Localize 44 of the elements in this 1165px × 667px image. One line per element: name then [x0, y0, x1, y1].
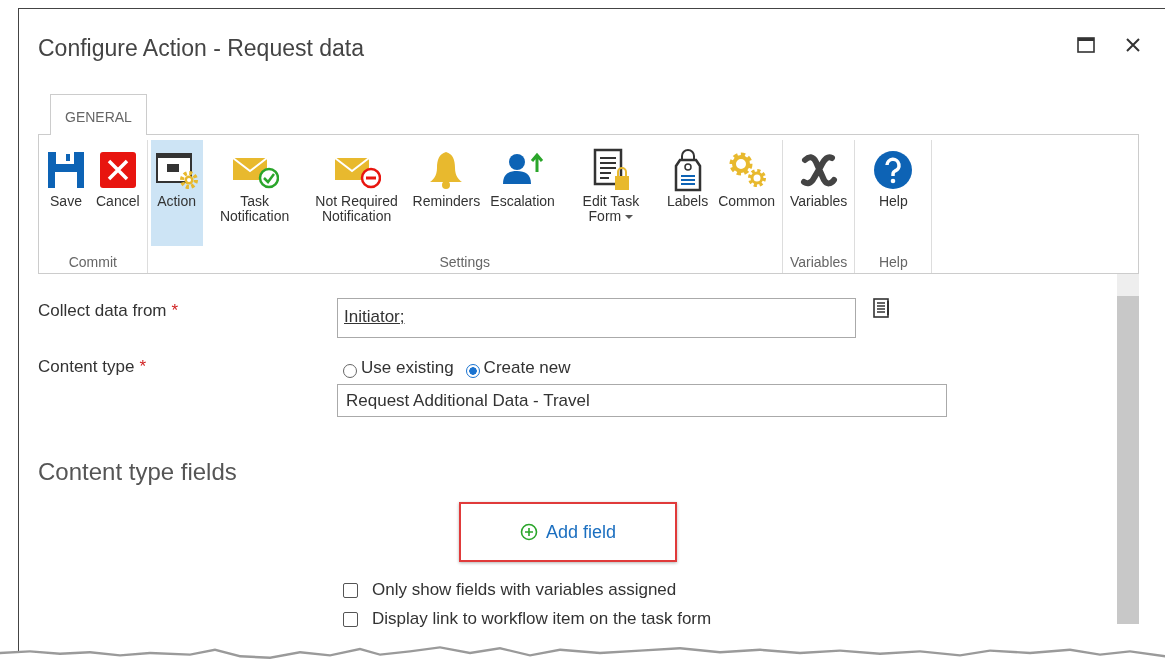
scrollbar[interactable]: [1117, 274, 1139, 624]
radio-label: Use existing: [361, 358, 454, 378]
window-title: Configure Action - Request data: [38, 35, 365, 62]
address-book-icon[interactable]: [872, 298, 890, 318]
plus-icon: [519, 523, 538, 541]
ribbon-tab[interactable]: GENERAL: [50, 94, 147, 135]
section-heading: Content type fields: [38, 458, 238, 486]
group-label: Commit: [67, 253, 118, 272]
group-label: Variables: [788, 253, 849, 272]
ribbon-button[interactable]: Common: [714, 140, 779, 246]
ribbon-button[interactable]: Help: [869, 140, 918, 246]
checkbox-label: Only show fields with variables assigned: [372, 580, 677, 600]
ribbon-button[interactable]: Edit Task Form: [560, 140, 661, 246]
required-mark: *: [139, 357, 147, 376]
radio-label: Create new: [483, 358, 571, 378]
ribbon-button[interactable]: Cancel: [92, 140, 144, 246]
help-icon: [873, 150, 914, 190]
checkbox[interactable]: [343, 582, 358, 598]
ribbon-button[interactable]: Variables: [785, 140, 852, 246]
group-label: Settings: [438, 253, 492, 272]
add-field-link[interactable]: Add field: [519, 521, 617, 543]
field-label: Collect data from: [38, 301, 167, 320]
close-icon[interactable]: [1125, 37, 1141, 53]
group-label: Help: [877, 253, 909, 272]
ribbon-button[interactable]: Not Required Notification: [306, 140, 407, 246]
person-name[interactable]: Initiator;: [344, 307, 405, 326]
save-icon: [46, 150, 86, 190]
ribbon-button[interactable]: Action: [150, 140, 203, 246]
required-mark: *: [171, 301, 179, 320]
maximize-icon[interactable]: [1077, 37, 1095, 53]
checkbox-label: Display link to workflow item on the task form: [372, 609, 712, 629]
ribbon-button[interactable]: Labels: [662, 140, 713, 246]
checkbox[interactable]: [343, 611, 358, 627]
field-label: Content type: [38, 357, 135, 376]
close-icon: [97, 150, 138, 190]
ribbon-button[interactable]: Escalation: [486, 140, 559, 246]
ribbon-button[interactable]: Reminders: [408, 140, 485, 246]
text-field[interactable]: Request Additional Data - Travel: [337, 384, 947, 417]
people-field[interactable]: Initiator;: [337, 298, 856, 338]
ribbon-button[interactable]: Task Notification: [204, 140, 305, 246]
ribbon-button[interactable]: Save: [42, 140, 90, 246]
radio-button[interactable]: [465, 364, 480, 378]
radio-button[interactable]: [343, 364, 357, 378]
window-gear-icon: [154, 150, 199, 190]
